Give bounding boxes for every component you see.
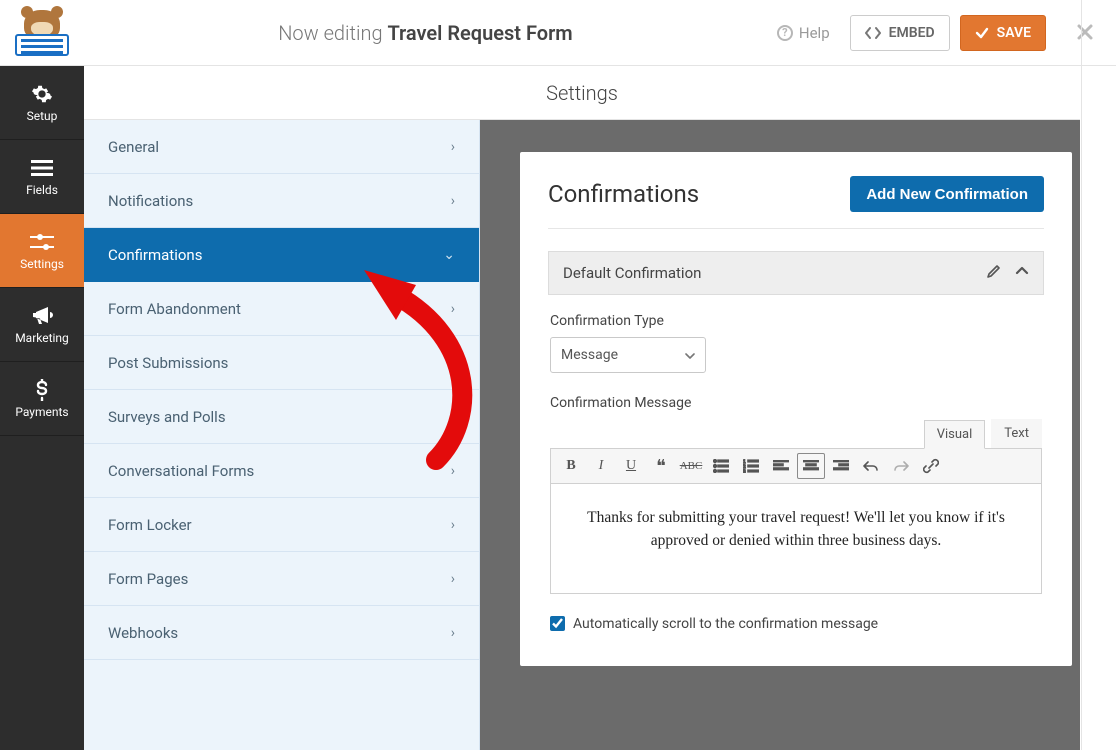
list-icon: [29, 157, 55, 179]
sidenav-item-fields[interactable]: Fields: [0, 140, 84, 214]
link-button[interactable]: [917, 453, 945, 479]
sidenav-label: Marketing: [15, 331, 69, 345]
blockquote-button[interactable]: ❝: [647, 453, 675, 479]
submenu-item-form-locker[interactable]: Form Locker ›: [84, 498, 479, 552]
strikethrough-button[interactable]: ABC: [677, 453, 705, 479]
submenu-item-webhooks[interactable]: Webhooks ›: [84, 606, 479, 660]
check-icon: [975, 26, 989, 40]
sidenav-item-settings[interactable]: Settings: [0, 214, 84, 288]
submenu-item-form-abandonment[interactable]: Form Abandonment ›: [84, 282, 479, 336]
confirmation-message-editor[interactable]: Thanks for submitting your travel reques…: [550, 484, 1042, 594]
auto-scroll-row[interactable]: Automatically scroll to the confirmation…: [550, 616, 1042, 632]
code-icon: [865, 26, 881, 40]
sidenav-label: Payments: [15, 405, 68, 419]
submenu-label: Notifications: [108, 192, 193, 210]
accordion-title: Default Confirmation: [563, 264, 701, 282]
chevron-right-icon: ›: [451, 571, 455, 587]
embed-button[interactable]: EMBED: [850, 15, 950, 51]
submenu-label: General: [108, 138, 159, 156]
gear-icon: [29, 83, 55, 105]
sidenav-item-marketing[interactable]: Marketing: [0, 288, 84, 362]
help-label: Help: [799, 24, 830, 42]
confirmation-type-label: Confirmation Type: [550, 313, 1042, 329]
confirmation-message-label: Confirmation Message: [550, 395, 1042, 411]
chevron-right-icon: ›: [451, 625, 455, 641]
now-editing-heading: Now editing Travel Request Form: [84, 21, 767, 45]
chevron-right-icon: ›: [451, 193, 455, 209]
editor-toolbar: B I U ❝ ABC 123: [550, 448, 1042, 484]
settings-submenu: General › Notifications › Confirmations …: [84, 120, 480, 750]
chevron-down-icon: [685, 347, 695, 363]
align-left-button[interactable]: [767, 453, 795, 479]
sidenav-item-payments[interactable]: Payments: [0, 362, 84, 436]
close-button[interactable]: [1068, 14, 1102, 52]
collapse-icon[interactable]: [1015, 264, 1029, 282]
save-label: SAVE: [997, 25, 1031, 41]
submenu-label: Form Locker: [108, 516, 192, 534]
edit-icon[interactable]: [987, 264, 1001, 282]
sidenav-item-setup[interactable]: Setup: [0, 66, 84, 140]
chevron-down-icon: ⌄: [443, 247, 455, 263]
submenu-label: Webhooks: [108, 624, 178, 642]
sidenav: Setup Fields Settings Marketing Payments: [0, 66, 84, 750]
chevron-right-icon: ›: [451, 355, 455, 371]
editing-prefix: Now editing: [278, 21, 382, 45]
submenu-item-post-submissions[interactable]: Post Submissions ›: [84, 336, 479, 390]
help-link[interactable]: ? Help: [767, 18, 840, 48]
dollar-icon: [29, 379, 55, 401]
chevron-right-icon: ›: [451, 463, 455, 479]
auto-scroll-checkbox[interactable]: [550, 616, 565, 631]
chevron-right-icon: ›: [451, 301, 455, 317]
save-button[interactable]: SAVE: [960, 15, 1046, 51]
submenu-item-surveys-polls[interactable]: Surveys and Polls ›: [84, 390, 479, 444]
align-right-button[interactable]: [827, 453, 855, 479]
submenu-label: Surveys and Polls: [108, 408, 226, 426]
align-center-button[interactable]: [797, 453, 825, 479]
page-title: Settings: [84, 66, 1080, 120]
confirmation-type-value: Message: [561, 347, 618, 363]
chevron-right-icon: ›: [451, 517, 455, 533]
submenu-label: Post Submissions: [108, 354, 228, 372]
sidenav-label: Fields: [26, 183, 58, 197]
confirmations-panel: Confirmations Add New Confirmation Defau…: [520, 152, 1072, 666]
sliders-icon: [29, 231, 55, 253]
italic-button[interactable]: I: [587, 453, 615, 479]
submenu-item-conversational-forms[interactable]: Conversational Forms ›: [84, 444, 479, 498]
auto-scroll-label: Automatically scroll to the confirmation…: [573, 616, 878, 632]
bullet-list-button[interactable]: [707, 453, 735, 479]
add-confirmation-button[interactable]: Add New Confirmation: [850, 176, 1044, 212]
sidenav-label: Settings: [20, 257, 64, 271]
underline-button[interactable]: U: [617, 453, 645, 479]
bullhorn-icon: [29, 305, 55, 327]
help-icon: ?: [777, 25, 793, 41]
confirmation-accordion-header[interactable]: Default Confirmation: [548, 251, 1044, 295]
submenu-label: Form Abandonment: [108, 300, 241, 318]
submenu-item-general[interactable]: General ›: [84, 120, 479, 174]
embed-label: EMBED: [889, 25, 935, 41]
form-name: Travel Request Form: [387, 21, 572, 45]
editor-tab-visual[interactable]: Visual: [924, 420, 986, 449]
app-logo[interactable]: [0, 0, 84, 66]
chevron-right-icon: ›: [451, 139, 455, 155]
bold-button[interactable]: B: [557, 453, 585, 479]
sidenav-label: Setup: [27, 109, 58, 123]
editor-tab-text[interactable]: Text: [991, 419, 1042, 448]
submenu-label: Conversational Forms: [108, 462, 254, 480]
submenu-item-confirmations[interactable]: Confirmations ⌄: [84, 228, 479, 282]
submenu-label: Form Pages: [108, 570, 188, 588]
submenu-label: Confirmations: [108, 246, 202, 264]
panel-title: Confirmations: [548, 180, 699, 208]
svg-text:3: 3: [743, 470, 746, 473]
redo-button[interactable]: [887, 453, 915, 479]
submenu-item-notifications[interactable]: Notifications ›: [84, 174, 479, 228]
confirmation-type-select[interactable]: Message: [550, 337, 706, 373]
close-icon: [1076, 23, 1094, 41]
undo-button[interactable]: [857, 453, 885, 479]
numbered-list-button[interactable]: 123: [737, 453, 765, 479]
submenu-item-form-pages[interactable]: Form Pages ›: [84, 552, 479, 606]
chevron-right-icon: ›: [451, 409, 455, 425]
